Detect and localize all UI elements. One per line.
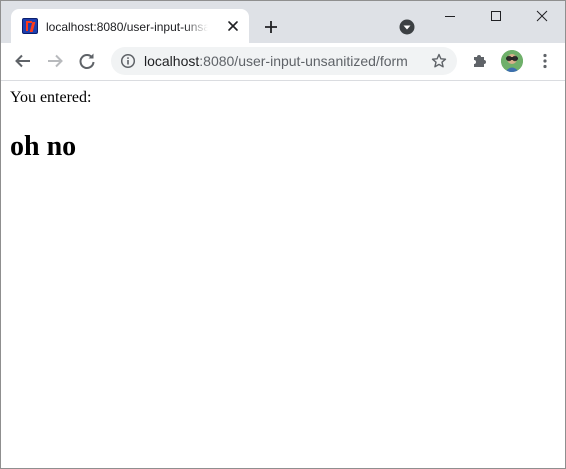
favicon-icon: [22, 18, 38, 34]
minimize-icon[interactable]: [427, 1, 473, 31]
profile-avatar[interactable]: [501, 50, 523, 72]
url-host: localhost: [144, 53, 200, 69]
reload-icon[interactable]: [73, 47, 101, 75]
forward-arrow-icon[interactable]: [41, 47, 69, 75]
entered-label: You entered:: [10, 89, 92, 106]
tab-strip: localhost:8080/user-input-unsanitized/fo…: [1, 1, 565, 43]
back-arrow-icon[interactable]: [9, 47, 37, 75]
tab-search-icon[interactable]: [397, 17, 417, 37]
tab-title: localhost:8080/user-input-unsanitized/fo…: [46, 20, 208, 34]
more-menu-icon[interactable]: [531, 47, 559, 75]
maximize-icon[interactable]: [473, 1, 519, 31]
entered-heading: oh no: [10, 131, 77, 162]
close-tab-icon[interactable]: [225, 18, 241, 34]
active-tab[interactable]: localhost:8080/user-input-unsanitized/fo…: [11, 9, 249, 43]
close-window-icon[interactable]: [519, 1, 565, 31]
url-path: :8080/user-input-unsanitized/form: [199, 53, 408, 69]
site-info-icon[interactable]: [120, 53, 136, 69]
browser-toolbar: localhost:8080/user-input-unsanitized/fo…: [1, 43, 565, 81]
bookmark-star-icon[interactable]: [430, 52, 448, 70]
address-bar[interactable]: localhost:8080/user-input-unsanitized/fo…: [111, 47, 457, 75]
browser-window: localhost:8080/user-input-unsanitized/fo…: [0, 0, 566, 469]
new-tab-plus-icon[interactable]: [261, 17, 281, 37]
url-text: localhost:8080/user-input-unsanitized/fo…: [144, 47, 408, 75]
page-content: You entered: oh no: [1, 81, 565, 468]
extensions-puzzle-icon[interactable]: [466, 47, 494, 75]
